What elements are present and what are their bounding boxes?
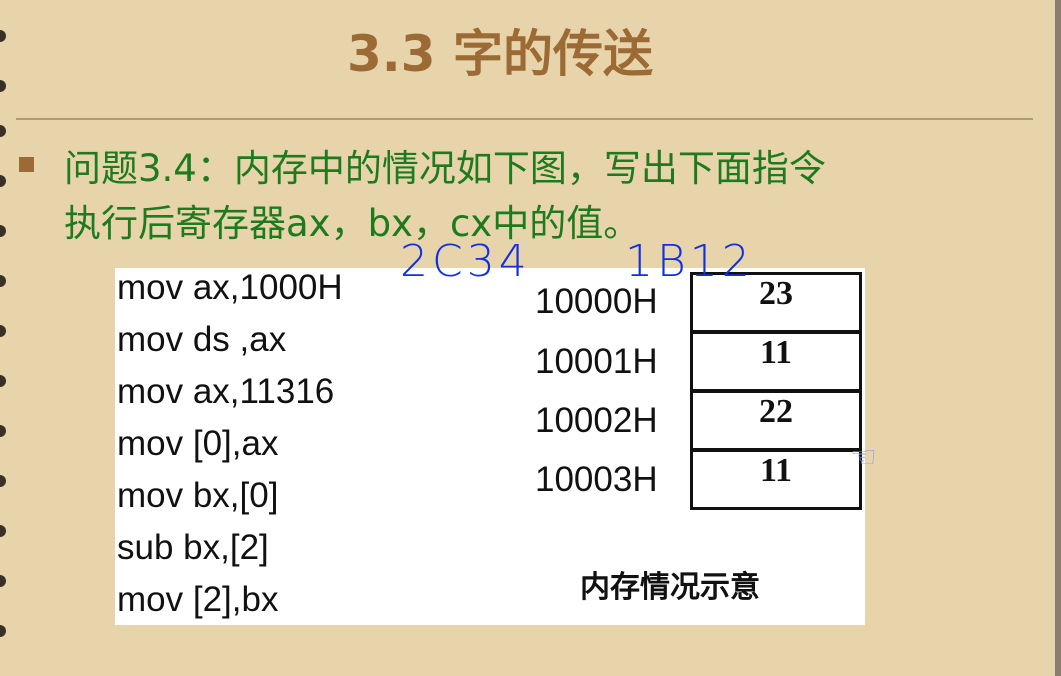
code-line: mov [2],bx bbox=[117, 580, 279, 619]
divider bbox=[16, 118, 1033, 120]
memory-cell: 22 bbox=[690, 390, 862, 451]
memory-address: 10002H bbox=[535, 401, 658, 440]
code-line: sub bx,[2] bbox=[117, 528, 269, 567]
question-line-1: 问题3.4：内存中的情况如下图，写出下面指令 bbox=[64, 147, 826, 190]
memory-cell: 11 bbox=[690, 449, 862, 510]
hand-pointer-icon: ☜ bbox=[850, 440, 877, 475]
memory-cell: 11 bbox=[690, 331, 862, 392]
scrollbar[interactable] bbox=[1055, 0, 1061, 676]
code-line: mov [0],ax bbox=[117, 424, 279, 463]
square-bullet-icon bbox=[19, 157, 34, 172]
code-line: mov bx,[0] bbox=[117, 476, 279, 515]
question-line-2: 执行后寄存器ax，bx，cx中的值。 bbox=[64, 202, 641, 245]
memory-address: 10001H bbox=[535, 342, 658, 381]
memory-address: 10003H bbox=[535, 460, 658, 499]
handwritten-annotation: 1B12 bbox=[625, 236, 754, 287]
code-line: mov ax,1000H bbox=[117, 268, 343, 307]
figure-caption: 内存情况示意 bbox=[580, 570, 760, 605]
code-line: mov ds ,ax bbox=[117, 320, 287, 359]
handwritten-annotation: 2C34 bbox=[400, 236, 531, 287]
slide-title: 3.3 字的传送 bbox=[347, 25, 653, 83]
memory-address: 10000H bbox=[535, 282, 658, 321]
code-line: mov ax,11316 bbox=[117, 372, 335, 411]
